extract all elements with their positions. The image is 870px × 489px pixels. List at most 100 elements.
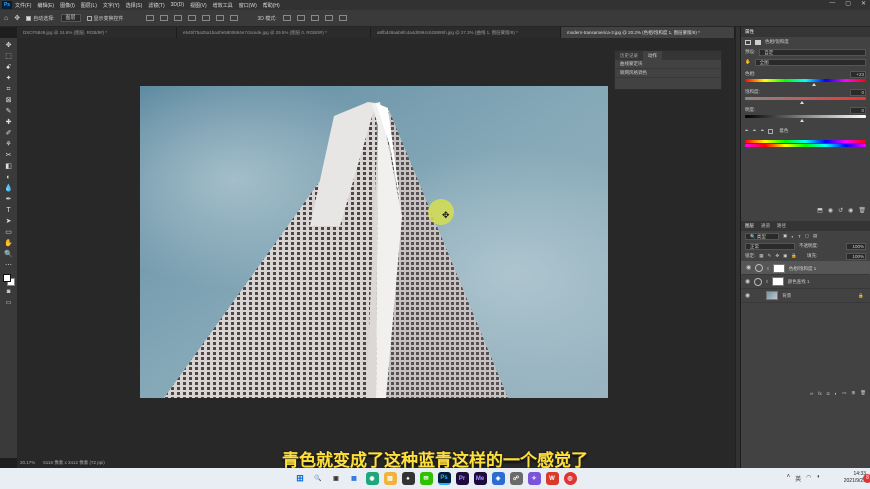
eye-icon[interactable]: ◉ (745, 292, 750, 299)
show-transform-checkbox[interactable]: 显示变换控件 (86, 15, 124, 22)
link-layers-icon[interactable]: ∞ (810, 391, 813, 396)
3d-scale-icon[interactable] (338, 15, 347, 21)
shape-tool-icon[interactable]: ▭ (3, 228, 15, 237)
menu-view[interactable]: 视图(V) (190, 2, 207, 9)
align-top-icon[interactable] (187, 15, 196, 21)
lock-all-icon[interactable]: 🔒 (791, 253, 797, 259)
lock-pixels-icon[interactable]: ▦ (759, 253, 763, 259)
layer-mask-thumbnail[interactable] (772, 263, 785, 273)
filter-smart-icon[interactable]: ▤ (813, 233, 817, 239)
minimize-icon[interactable]: — (829, 0, 835, 7)
fill-input[interactable]: 100% (846, 252, 866, 260)
photoshop-logo[interactable]: Ps (2, 1, 12, 9)
lock-paint-icon[interactable]: ✎ (768, 253, 772, 259)
tab-actions[interactable]: 动作 (643, 51, 662, 60)
wps-icon[interactable]: W (545, 472, 559, 485)
healing-brush-icon[interactable]: ✚ (3, 118, 15, 127)
frame-tool-icon[interactable]: ⊠ (3, 96, 15, 105)
canvas-image[interactable] (140, 86, 608, 398)
tab-properties[interactable]: 属性 (745, 29, 754, 35)
input-method-label[interactable]: 英 (795, 474, 801, 483)
colorize-checkbox[interactable] (768, 128, 775, 134)
blur-tool-icon[interactable]: 💧 (3, 184, 15, 193)
dodge-tool-icon[interactable]: ◐ (3, 173, 15, 182)
menu-layer[interactable]: 图层(L) (81, 2, 97, 9)
hue-value-input[interactable]: +23 (850, 70, 866, 78)
move-tool-icon[interactable]: ✥ (3, 41, 15, 50)
auto-select-dropdown[interactable]: 图层 (60, 14, 81, 22)
visibility-icon[interactable]: ◉ (848, 207, 853, 214)
color-swatches[interactable] (2, 274, 15, 286)
path-select-icon[interactable]: ➤ (3, 217, 15, 226)
close-icon[interactable]: ✕ (861, 0, 866, 7)
tab-history[interactable]: 历史记录 (615, 51, 643, 60)
delete-icon[interactable]: 🗑 (858, 207, 866, 214)
menu-edit[interactable]: 编辑(E) (37, 2, 54, 9)
reset-icon[interactable]: ↺ (838, 207, 843, 214)
delete-layer-icon[interactable]: 🗑 (860, 390, 866, 396)
zoom-tool-icon[interactable]: 🔍 (3, 250, 15, 259)
chevron-up-icon[interactable]: ˄ (787, 474, 791, 483)
app-icon[interactable]: ✧ (527, 472, 541, 485)
widgets-icon[interactable]: ▦ (348, 472, 361, 485)
lightness-value-input[interactable]: 0 (850, 106, 866, 114)
tab-paths[interactable]: 路径 (777, 223, 786, 229)
history-row[interactable]: 曲线蒙定块 (615, 60, 721, 69)
menu-filter[interactable]: 滤镜(T) (148, 2, 164, 9)
3d-orbit-icon[interactable] (282, 15, 291, 21)
3d-slide-icon[interactable] (324, 15, 333, 21)
tab-layers[interactable]: 图层 (745, 223, 754, 229)
app-icon[interactable]: ♠ (401, 472, 415, 485)
tab-document-1[interactable]: DSCF5849.jpg @ 24.6% (图层, RGB/8#) * (17, 27, 177, 38)
filter-type-icon[interactable]: T (798, 234, 801, 239)
menu-3d[interactable]: 3D(D) (171, 2, 184, 8)
menu-file[interactable]: 文件(F) (15, 2, 31, 9)
recorder-icon[interactable]: ◎ (563, 472, 577, 485)
auto-select-checkbox[interactable]: 自动选择: (26, 15, 55, 22)
lock-artboard-icon[interactable]: ▣ (783, 253, 787, 259)
quick-mask-icon[interactable]: ◙ (3, 288, 15, 297)
clip-layer-icon[interactable]: ⬒ (817, 207, 823, 214)
new-layer-icon[interactable]: ⊞ (852, 390, 856, 396)
pen-tool-icon[interactable]: ✒ (3, 195, 15, 204)
notification-badge[interactable]: 8 (863, 474, 870, 483)
layer-name[interactable]: 背景 (782, 293, 791, 299)
hue-slider-thumb[interactable] (812, 83, 816, 86)
3d-pan-icon[interactable] (310, 15, 319, 21)
add-mask-icon[interactable]: ◘ (827, 391, 830, 396)
layer-name[interactable]: 色相/饱和度 1 (789, 265, 817, 272)
3d-roll-icon[interactable] (296, 15, 305, 21)
eye-icon[interactable]: ◉ (745, 278, 750, 285)
photoshop-taskbar-icon[interactable]: Ps (437, 472, 451, 485)
filter-shape-icon[interactable]: ▢ (805, 233, 809, 239)
lock-position-icon[interactable]: ✥ (775, 253, 779, 259)
view-previous-icon[interactable]: ◉ (828, 207, 833, 214)
lightness-slider-thumb[interactable] (800, 119, 804, 122)
wechat-icon[interactable]: ✉ (419, 472, 433, 485)
eyedropper-icon[interactable]: ✎ (3, 107, 15, 116)
crop-tool-icon[interactable]: ⌗ (3, 85, 15, 94)
saturation-slider-thumb[interactable] (800, 101, 804, 104)
background-thumbnail[interactable] (766, 291, 779, 300)
edge-browser-icon[interactable]: ◉ (365, 472, 379, 485)
align-left-icon[interactable] (145, 15, 154, 21)
tab-document-3[interactable]: a8fbd48aab6fc4a4d0994c628895h.jpg @ 27.3… (371, 27, 561, 38)
layer-name[interactable]: 颜色查找 1 (788, 279, 810, 285)
task-view-icon[interactable]: ▣ (330, 472, 343, 485)
menu-window[interactable]: 窗口(W) (239, 2, 257, 9)
align-bottom-icon[interactable] (215, 15, 224, 21)
tab-channels[interactable]: 通道 (761, 223, 770, 229)
channel-dropdown[interactable]: 全图 (754, 58, 866, 66)
move-tool-icon[interactable]: ✥ (14, 14, 20, 22)
preset-dropdown[interactable]: 自定 (759, 48, 866, 56)
premiere-icon[interactable]: Pr (455, 472, 469, 485)
fx-icon[interactable]: fx (818, 391, 822, 396)
layer-filter-dropdown[interactable]: 🔍 类型 (745, 232, 779, 240)
layer-row-hue-saturation[interactable]: ◉ ℓ 色相/饱和度 1 (741, 261, 870, 275)
layer-row-color-lookup[interactable]: ◉ ℓ 颜色查找 1 (741, 275, 870, 289)
type-tool-icon[interactable]: T (3, 206, 15, 215)
tab-document-active[interactable]: modern-transamerica-3.jpg @ 20.2% (色相/饱和… (561, 27, 735, 38)
distribute-icon[interactable] (229, 15, 238, 21)
brush-tool-icon[interactable]: ✐ (3, 129, 15, 138)
saturation-value-input[interactable]: 0 (850, 88, 866, 96)
